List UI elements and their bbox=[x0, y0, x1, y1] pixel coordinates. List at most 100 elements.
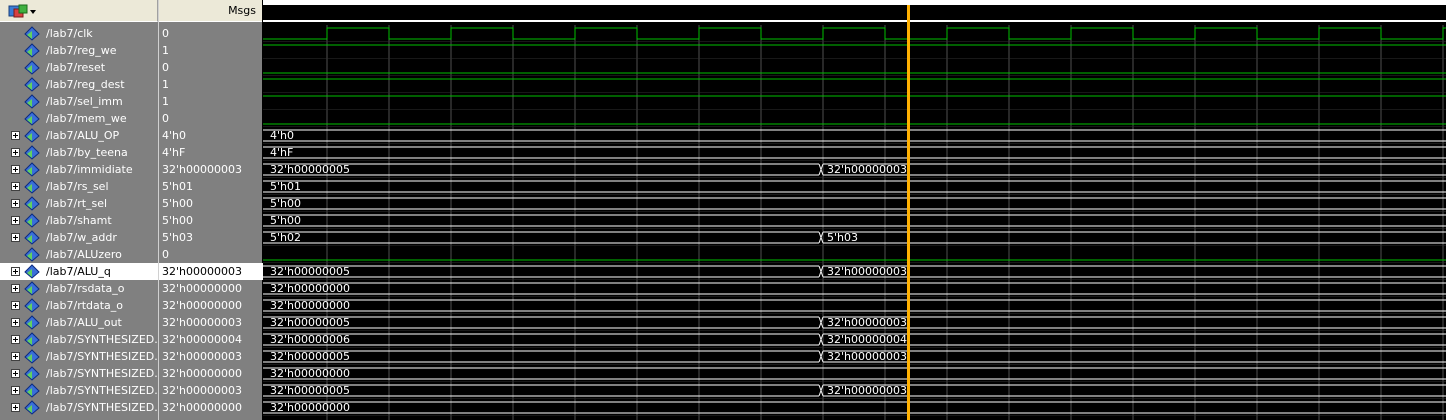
signal-name: /lab7/SYNTHESIZED... bbox=[46, 333, 165, 346]
signal-value-row[interactable]: 5'h01 bbox=[159, 178, 263, 195]
bus-value-label: 4'hF bbox=[270, 146, 293, 159]
signal-row[interactable]: /lab7/rt_sel bbox=[0, 195, 158, 212]
signal-row[interactable]: /lab7/reg_we bbox=[0, 42, 158, 59]
signal-icon bbox=[24, 281, 40, 296]
signal-value: 1 bbox=[162, 78, 169, 91]
signal-value-row[interactable]: 4'h0 bbox=[159, 127, 263, 144]
signal-icon bbox=[24, 94, 40, 109]
signal-name: /lab7/by_teena bbox=[46, 146, 128, 159]
expand-icon[interactable] bbox=[11, 216, 20, 225]
bus-value-label: 5'h00 bbox=[270, 197, 301, 210]
signal-value-row[interactable]: 32'h00000000 bbox=[159, 365, 263, 382]
signal-value-row[interactable]: 1 bbox=[159, 42, 263, 59]
signal-row[interactable]: /lab7/immidiate bbox=[0, 161, 158, 178]
expand-icon[interactable] bbox=[11, 131, 20, 140]
signal-value-row[interactable]: 4'hF bbox=[159, 144, 263, 161]
bus-value-label: 4'h0 bbox=[270, 129, 294, 142]
signal-icon bbox=[24, 213, 40, 228]
signal-row[interactable]: /lab7/mem_we bbox=[0, 110, 158, 127]
expand-icon[interactable] bbox=[11, 148, 20, 157]
bus-value-label: 32'h00000000 bbox=[270, 299, 350, 312]
bus-value-label: 32'h00000000 bbox=[270, 401, 350, 414]
signal-row[interactable]: /lab7/SYNTHESIZED... bbox=[0, 365, 165, 382]
signal-row[interactable]: /lab7/by_teena bbox=[0, 144, 158, 161]
signal-value-row[interactable]: 32'h00000003 bbox=[159, 348, 263, 365]
expand-icon[interactable] bbox=[11, 301, 20, 310]
waveform-canvas[interactable]: 4'h0 4'hF 32'h00000005 32'h00000003 5'h01 5'h… bbox=[263, 0, 1446, 420]
signal-value: 0 bbox=[162, 112, 169, 125]
signal-icon bbox=[24, 264, 40, 279]
signal-row[interactable]: /lab7/ALU_q bbox=[0, 263, 158, 280]
expand-icon[interactable] bbox=[11, 352, 20, 361]
signal-value-row[interactable]: 32'h00000004 bbox=[159, 331, 263, 348]
bus-value-label: 5'h03 bbox=[827, 231, 858, 244]
signal-value-row[interactable]: 0 bbox=[159, 246, 263, 263]
signal-value-row[interactable]: 32'h00000000 bbox=[159, 399, 263, 416]
expand-icon[interactable] bbox=[11, 335, 20, 344]
signal-row[interactable]: /lab7/sel_imm bbox=[0, 93, 158, 110]
signal-values-panel: Msgs 0 1 0 1 1 0 4'h0 4'hF 32'h00000003 5'h01 5'h0… bbox=[158, 0, 263, 420]
signal-value-row[interactable]: 1 bbox=[159, 93, 263, 110]
signal-value-row[interactable]: 32'h00000003 bbox=[159, 314, 263, 331]
signal-row[interactable]: /lab7/rs_sel bbox=[0, 178, 158, 195]
signal-value-row[interactable]: 0 bbox=[159, 25, 263, 42]
signal-icon bbox=[24, 128, 40, 143]
signal-value-row[interactable]: 1 bbox=[159, 76, 263, 93]
signal-row[interactable]: /lab7/reg_dest bbox=[0, 76, 158, 93]
signal-value-row[interactable]: 32'h00000003 bbox=[159, 161, 263, 178]
signal-row[interactable]: /lab7/w_addr bbox=[0, 229, 158, 246]
bus-value-label: 32'h00000005 bbox=[270, 350, 350, 363]
signal-icon bbox=[24, 196, 40, 211]
signal-row[interactable]: /lab7/clk bbox=[0, 25, 158, 42]
expand-icon[interactable] bbox=[11, 369, 20, 378]
signal-icon bbox=[24, 349, 40, 364]
signal-row[interactable]: /lab7/rsdata_o bbox=[0, 280, 158, 297]
expand-icon[interactable] bbox=[11, 182, 20, 191]
signal-value-row[interactable]: 0 bbox=[159, 59, 263, 76]
expand-icon[interactable] bbox=[11, 199, 20, 208]
signal-value-row[interactable]: 32'h00000000 bbox=[159, 280, 263, 297]
expand-icon[interactable] bbox=[11, 386, 20, 395]
expand-icon[interactable] bbox=[11, 165, 20, 174]
bus-value-label: 32'h00000003 bbox=[827, 163, 907, 176]
chevron-down-icon[interactable] bbox=[30, 10, 36, 14]
signal-value-row[interactable]: 5'h03 bbox=[159, 229, 263, 246]
signal-row[interactable]: /lab7/reset bbox=[0, 59, 158, 76]
signal-value-row[interactable]: 32'h00000003 bbox=[159, 382, 263, 399]
signal-row[interactable]: /lab7/ALUzero bbox=[0, 246, 158, 263]
expand-icon[interactable] bbox=[11, 318, 20, 327]
expand-icon[interactable] bbox=[11, 403, 20, 412]
signal-row[interactable]: /lab7/SYNTHESIZED... bbox=[0, 348, 165, 365]
signal-value-row[interactable]: 0 bbox=[159, 110, 263, 127]
signal-value-row[interactable]: 5'h00 bbox=[159, 212, 263, 229]
signal-name: /lab7/rt_sel bbox=[46, 197, 108, 210]
signal-row[interactable]: /lab7/SYNTHESIZED... bbox=[0, 399, 165, 416]
signal-icon bbox=[24, 247, 40, 262]
signal-row[interactable]: /lab7/SYNTHESIZED... bbox=[0, 331, 165, 348]
signal-row[interactable]: /lab7/SYNTHESIZED... bbox=[0, 382, 165, 399]
bus-value-label: 32'h00000005 bbox=[270, 316, 350, 329]
signal-row[interactable]: /lab7/rtdata_o bbox=[0, 297, 158, 314]
signal-value: 0 bbox=[162, 61, 169, 74]
signal-value-row[interactable]: 32'h00000003 bbox=[159, 263, 263, 280]
expand-icon[interactable] bbox=[11, 284, 20, 293]
signal-value: 32'h00000004 bbox=[162, 333, 242, 346]
signal-row[interactable]: /lab7/shamt bbox=[0, 212, 158, 229]
signal-name: /lab7/sel_imm bbox=[46, 95, 123, 108]
signal-icon bbox=[24, 383, 40, 398]
waveform-tool-icon[interactable] bbox=[8, 4, 30, 19]
waveform-panel[interactable]: 4'h0 4'hF 32'h00000005 32'h00000003 5'h01 5'h… bbox=[263, 0, 1446, 420]
expand-icon[interactable] bbox=[11, 233, 20, 242]
signal-value-row[interactable]: 32'h00000000 bbox=[159, 297, 263, 314]
signal-row[interactable]: /lab7/ALU_out bbox=[0, 314, 158, 331]
expand-icon[interactable] bbox=[11, 267, 20, 276]
signal-name: /lab7/rtdata_o bbox=[46, 299, 124, 312]
signal-names-panel: /lab7/clk/lab7/reg_we/lab7/reset/lab7/re… bbox=[0, 0, 165, 420]
signal-row[interactable]: /lab7/ALU_OP bbox=[0, 127, 158, 144]
signal-value-row[interactable]: 5'h00 bbox=[159, 195, 263, 212]
signal-icon bbox=[24, 332, 40, 347]
signal-icon bbox=[24, 111, 40, 126]
signal-value: 4'hF bbox=[162, 146, 186, 159]
signal-value: 32'h00000003 bbox=[162, 316, 242, 329]
signal-icon bbox=[24, 315, 40, 330]
